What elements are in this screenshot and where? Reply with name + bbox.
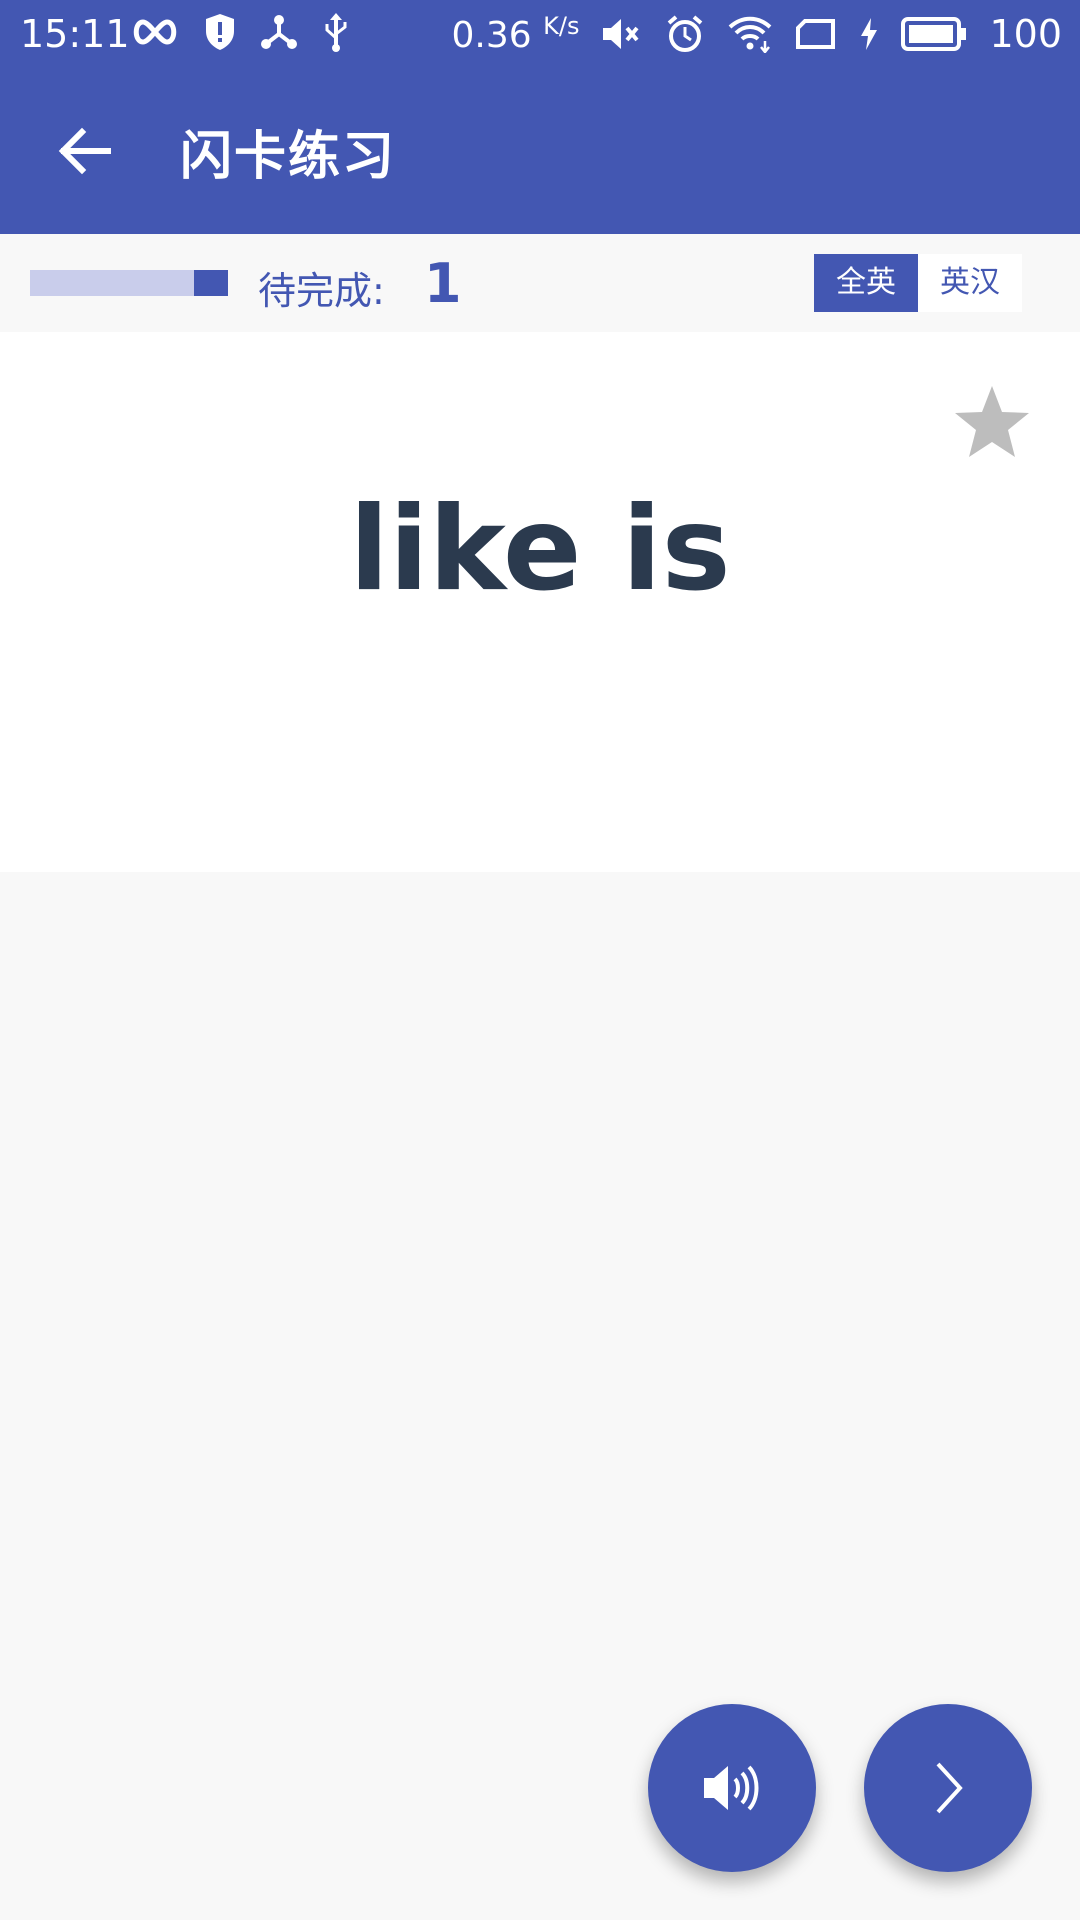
progress-bar-fill: [194, 270, 228, 296]
speak-button[interactable]: [648, 1704, 816, 1872]
flashcard[interactable]: like is: [0, 332, 1080, 872]
status-left-icons: [130, 12, 350, 52]
app-bar: 15:11 0.36 K/s 100 闪卡练习: [0, 0, 1080, 234]
infinity-icon: [130, 18, 180, 46]
charging-icon: [859, 17, 879, 51]
status-time: 15:11: [20, 12, 130, 56]
wifi-icon: [727, 15, 773, 53]
pending-label: 待完成:: [258, 269, 385, 313]
share-nodes-icon: [260, 14, 298, 50]
page-title: 闪卡练习: [180, 127, 397, 187]
mode-option-all-english[interactable]: 全英: [814, 254, 918, 312]
usb-icon: [322, 12, 350, 52]
star-icon: [955, 386, 1029, 457]
status-right-icons: 0.36 K/s 100: [452, 12, 1062, 56]
arrow-left-icon: [58, 127, 111, 175]
status-bar: 15:11 0.36 K/s 100: [0, 0, 1080, 66]
shield-icon: [204, 13, 236, 51]
mute-icon: [601, 16, 643, 52]
next-button[interactable]: [864, 1704, 1032, 1872]
chevron-right-icon: [936, 1762, 963, 1814]
speaker-icon: [704, 1765, 759, 1811]
battery-level: 100: [989, 12, 1062, 56]
progress-row: 待完成: 1 全英 英汉: [0, 234, 1080, 332]
back-button[interactable]: [52, 118, 118, 184]
network-speed: 0.36 K/s: [451, 12, 580, 56]
mode-toggle: 全英 英汉: [814, 254, 1022, 312]
favorite-button[interactable]: [952, 382, 1032, 462]
pending-count: 1: [424, 252, 462, 315]
battery-icon: [901, 17, 967, 51]
progress-bar: [30, 270, 228, 296]
alarm-icon: [665, 14, 705, 54]
flashcard-word: like is: [349, 482, 731, 617]
mode-option-english-chinese[interactable]: 英汉: [918, 254, 1022, 312]
sim-card-icon: [795, 18, 837, 50]
toolbar: 闪卡练习: [0, 96, 1080, 206]
